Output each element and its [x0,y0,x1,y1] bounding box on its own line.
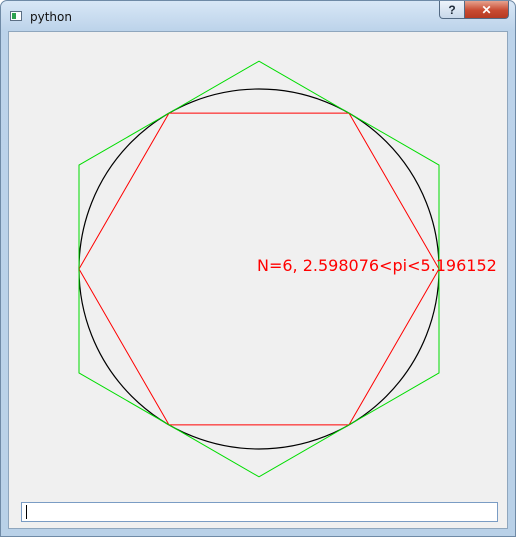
caption-buttons: ? ✕ [439,1,509,19]
title-bar[interactable]: python ? ✕ [1,1,515,31]
text-input[interactable] [21,502,498,522]
python-window: python ? ✕ N=6, 2.598076<pi<5.196152 [0,0,516,537]
window-title: python [30,10,72,24]
client-area: N=6, 2.598076<pi<5.196152 [8,31,508,529]
geometry-canvas: N=6, 2.598076<pi<5.196152 [78,60,497,478]
close-button[interactable]: ✕ [465,1,509,19]
help-button[interactable]: ? [439,1,465,19]
text-caret [26,505,27,519]
pi-estimate-label: N=6, 2.598076<pi<5.196152 [257,256,497,275]
window-app-icon [10,11,22,21]
